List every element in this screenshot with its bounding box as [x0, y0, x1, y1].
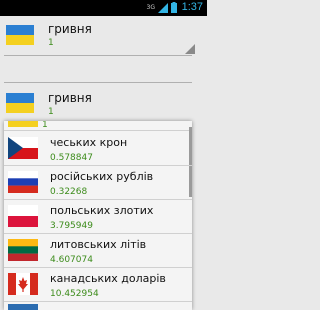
item-value: 3.795949 — [50, 221, 93, 231]
spinner-corner-icon — [185, 44, 195, 54]
item-name: польських злотих — [50, 204, 154, 217]
item-value: 4.607074 — [50, 255, 93, 265]
status-bar: 3G 1:37 — [0, 0, 207, 16]
partial-item-value: 1 — [42, 121, 48, 130]
amount-input[interactable] — [4, 58, 192, 80]
ukraine-flag-icon — [6, 25, 34, 45]
canada-flag-icon — [8, 273, 38, 295]
czech-flag-icon — [8, 137, 38, 159]
list-item-lithuania[interactable]: литовських літів 4.607074 — [4, 234, 192, 267]
russia-flag-icon — [8, 171, 38, 193]
item-value: 0.578847 — [50, 153, 93, 163]
item-name: чеських крон — [50, 136, 128, 149]
list-item-canada[interactable]: канадських доларів 10.452954 — [4, 268, 192, 301]
from-currency-name: гривня — [48, 22, 92, 36]
item-name: литовських літів — [50, 238, 147, 251]
divider — [4, 55, 192, 56]
ukraine-flag-icon — [8, 121, 38, 127]
divider — [4, 82, 192, 83]
signal-icon — [158, 2, 168, 13]
poland-flag-icon — [8, 205, 38, 227]
battery-icon — [171, 2, 177, 13]
to-currency-selector[interactable]: гривня 1 — [6, 91, 194, 121]
item-value: 0.32268 — [50, 187, 88, 197]
lithuania-flag-icon — [8, 239, 38, 261]
list-item-poland[interactable]: польських злотих 3.795949 — [4, 200, 192, 233]
item-name: російських рублів — [50, 170, 154, 183]
network-3g-icon: 3G — [146, 4, 155, 11]
item-value: 10.452954 — [50, 289, 99, 299]
from-currency-amount: 1 — [48, 38, 54, 48]
to-currency-amount: 1 — [48, 107, 54, 117]
item-name: канадських доларів — [50, 272, 166, 285]
clock: 1:37 — [181, 1, 203, 13]
currency-dropdown-list[interactable]: 1 чеських крон 0.578847 російських рублі… — [4, 121, 192, 310]
list-item-russia[interactable]: російських рублів 0.32268 — [4, 166, 192, 199]
partial-flag-icon — [8, 304, 38, 310]
list-item-czech[interactable]: чеських крон 0.578847 — [4, 132, 192, 165]
to-currency-name: гривня — [48, 91, 92, 105]
from-currency-selector[interactable]: гривня 1 — [6, 22, 194, 52]
ukraine-flag-icon — [6, 93, 34, 113]
